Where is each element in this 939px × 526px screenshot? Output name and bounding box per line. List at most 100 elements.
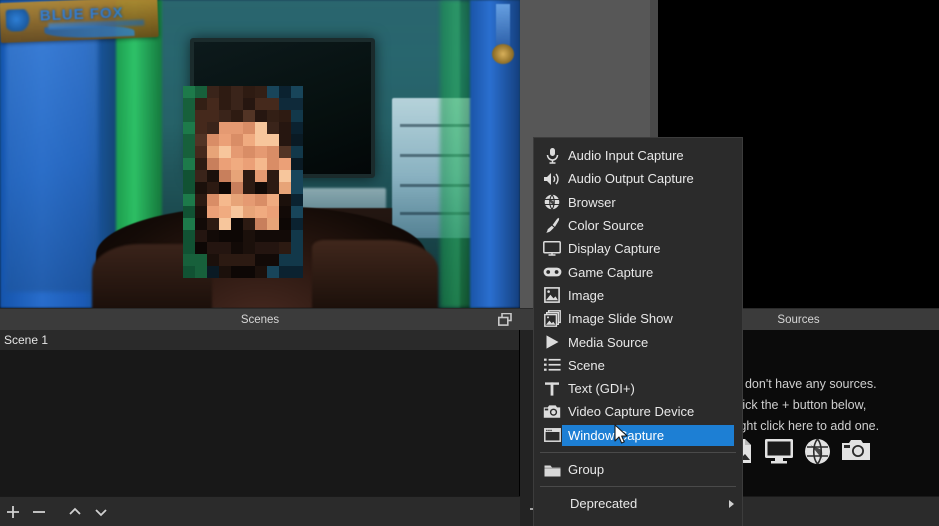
menu-item-media-source[interactable]: Media Source xyxy=(534,330,742,353)
face-pixel xyxy=(219,170,231,182)
add-source-context-menu[interactable]: Audio Input Capture Audio Output Capture B… xyxy=(533,137,743,526)
pixelated-face xyxy=(183,86,303,278)
menu-item-deprecated[interactable]: Deprecated xyxy=(534,492,742,515)
menu-item-label: Game Capture xyxy=(568,264,654,280)
menu-item-window-capture[interactable]: Window Capture xyxy=(534,424,742,447)
face-pixel xyxy=(183,266,195,278)
face-pixel xyxy=(231,86,243,98)
face-pixel xyxy=(255,110,267,122)
face-pixel xyxy=(231,122,243,134)
menu-item-group[interactable]: Group xyxy=(534,458,742,481)
face-pixel xyxy=(243,158,255,170)
menu-item-scene[interactable]: Scene xyxy=(534,354,742,377)
face-pixel xyxy=(255,194,267,206)
face-pixel xyxy=(267,206,279,218)
browser-source-icon[interactable] xyxy=(804,438,831,465)
face-pixel xyxy=(231,158,243,170)
menu-item-game-capture[interactable]: Game Capture xyxy=(534,260,742,283)
face-pixel xyxy=(291,206,303,218)
remove-scene-button[interactable] xyxy=(26,499,52,525)
chevron-right-icon xyxy=(729,499,734,508)
face-pixel xyxy=(291,98,303,110)
menu-item-audio-output-capture[interactable]: Audio Output Capture xyxy=(534,167,742,190)
menu-item-label: Audio Output Capture xyxy=(568,171,694,187)
face-pixel xyxy=(207,254,219,266)
face-pixel xyxy=(267,110,279,122)
move-scene-down-button[interactable] xyxy=(88,499,114,525)
medal xyxy=(492,44,514,64)
face-pixel xyxy=(267,146,279,158)
lanyard xyxy=(496,4,510,48)
face-pixel xyxy=(255,146,267,158)
menu-item-video-capture-device[interactable]: Video Capture Device xyxy=(534,400,742,423)
face-pixel xyxy=(183,110,195,122)
video-capture-icon[interactable] xyxy=(841,438,871,465)
face-pixel xyxy=(195,182,207,194)
microphone-icon xyxy=(540,146,564,166)
face-pixel xyxy=(195,230,207,242)
menu-item-display-capture[interactable]: Display Capture xyxy=(534,237,742,260)
menu-item-label: Window Capture xyxy=(562,424,734,446)
face-pixel xyxy=(207,182,219,194)
face-pixel xyxy=(231,266,243,278)
menu-item-label: Browser xyxy=(568,194,616,210)
menu-item-image[interactable]: Image xyxy=(534,284,742,307)
face-pixel xyxy=(219,86,231,98)
face-pixel xyxy=(231,194,243,206)
face-pixel xyxy=(267,98,279,110)
shoulder-right xyxy=(312,240,438,308)
menu-item-label: Group xyxy=(568,462,605,477)
face-pixel xyxy=(195,218,207,230)
display-capture-icon[interactable] xyxy=(764,438,794,465)
add-scene-button[interactable] xyxy=(0,499,26,525)
folder-icon xyxy=(540,460,564,480)
face-pixel xyxy=(183,122,195,134)
face-pixel xyxy=(219,218,231,230)
move-scene-up-button[interactable] xyxy=(62,499,88,525)
face-pixel xyxy=(267,242,279,254)
face-pixel xyxy=(207,110,219,122)
face-pixel xyxy=(231,110,243,122)
face-pixel xyxy=(279,122,291,134)
undock-icon[interactable] xyxy=(498,313,512,326)
face-pixel xyxy=(231,170,243,182)
face-pixel xyxy=(255,242,267,254)
scene-name: Scene 1 xyxy=(4,333,49,347)
face-pixel xyxy=(279,254,291,266)
scenes-list[interactable]: Scene 1 xyxy=(0,330,520,496)
face-pixel xyxy=(219,134,231,146)
menu-item-color-source[interactable]: Color Source xyxy=(534,214,742,237)
scene-list-item[interactable]: Scene 1 xyxy=(0,330,519,350)
menu-item-label: Color Source xyxy=(568,218,644,234)
face-pixel xyxy=(195,194,207,206)
menu-separator-2 xyxy=(540,486,736,488)
menu-item-audio-input-capture[interactable]: Audio Input Capture xyxy=(534,144,742,167)
face-pixel xyxy=(279,182,291,194)
face-pixel xyxy=(291,86,303,98)
face-pixel xyxy=(219,158,231,170)
menu-item-browser[interactable]: Browser xyxy=(534,191,742,214)
menu-scroll-area[interactable] xyxy=(534,515,742,526)
paintbrush-icon xyxy=(540,216,564,236)
face-pixel xyxy=(183,170,195,182)
face-pixel xyxy=(183,146,195,158)
menu-item-image-slide-show[interactable]: Image Slide Show xyxy=(534,307,742,330)
context-menu-items: Audio Input Capture Audio Output Capture B… xyxy=(534,144,742,447)
window-icon xyxy=(540,425,564,445)
face-pixel xyxy=(195,98,207,110)
face-pixel xyxy=(255,134,267,146)
face-pixel xyxy=(255,254,267,266)
face-pixel xyxy=(243,134,255,146)
menu-item-text-gdi[interactable]: Text (GDI+) xyxy=(534,377,742,400)
face-pixel xyxy=(279,206,291,218)
scenes-dock-title: Scenes xyxy=(0,308,520,330)
face-pixel xyxy=(207,170,219,182)
face-pixel xyxy=(243,170,255,182)
face-pixel xyxy=(279,266,291,278)
face-pixel xyxy=(291,194,303,206)
face-pixel xyxy=(291,182,303,194)
speaker-icon xyxy=(540,169,564,189)
preview-canvas[interactable]: BLUE FOX xyxy=(0,0,520,308)
face-pixel xyxy=(243,182,255,194)
face-pixel xyxy=(219,98,231,110)
